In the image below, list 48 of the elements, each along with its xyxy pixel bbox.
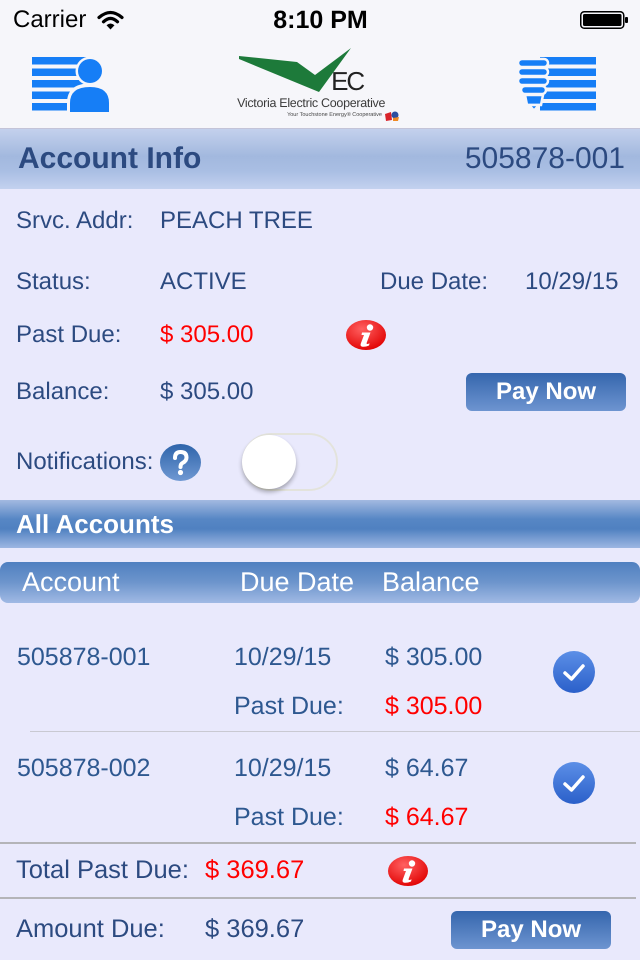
field-label: Past Due: [16,321,122,349]
info-icon[interactable] [346,320,386,350]
carrier-name: Carrier [13,6,86,34]
column-header: Account [22,567,121,598]
logo-initials: EC [331,70,364,92]
field-value: PEACH TREE [160,207,313,235]
account-number: 505878-001 [464,142,625,176]
section-title: Account Info [18,142,202,176]
table-cell-text: 10/29/15 [234,753,332,784]
past-due-label: Past Due: [234,691,345,722]
field-value: 10/29/15 [525,268,618,296]
total-past-due-amount: $ 369.67 [205,856,306,885]
pay-now-button[interactable]: Pay Now [451,910,611,948]
table-cell-text: 505878-001 [17,642,152,673]
column-header: Balance [382,567,480,598]
battery-icon [580,11,628,29]
amount-due-value: $ 369.67 [205,915,306,944]
field-value: ACTIVE [160,268,248,296]
wifi-icon [97,10,124,30]
field-label: Due Date: [380,268,490,296]
field-label: Notifications: [16,448,154,476]
logo-name: Victoria Electric Cooperative [237,96,386,110]
field-label: Balance: [16,378,110,406]
field-label: Status: [16,268,92,296]
person-list-icon[interactable] [32,56,112,112]
table-cell-text: $ 305.00 [385,642,484,673]
total-label: Total Past Due: [16,856,190,885]
past-due-amount: $ 305.00 [160,321,254,349]
table-cell-text: 10/29/15 [234,642,332,673]
emblem-icon [384,110,399,120]
notifications-toggle[interactable] [242,433,338,491]
info-icon[interactable] [388,856,428,886]
past-due-amount: $ 64.67 [385,802,470,833]
checkmark-circle-icon[interactable] [553,762,595,804]
checkmark-circle-icon[interactable] [553,651,595,693]
past-due-amount: $ 305.00 [385,691,484,722]
pay-now-button[interactable]: Pay Now [466,373,626,411]
lightbulb-list-icon[interactable] [516,56,596,112]
section-title: All Accounts [16,508,174,540]
table-cell-text: $ 64.67 [385,753,470,784]
table-cell-text: 505878-002 [17,753,152,784]
past-due-label: Past Due: [234,802,345,833]
column-header: Due Date [240,567,356,598]
help-icon[interactable] [160,444,202,480]
field-value: $ 305.00 [160,378,254,406]
clock-time: 8:10 PM [273,6,368,34]
field-label: Srvc. Addr: [16,207,134,235]
amount-due-label: Amount Due: [16,915,166,944]
